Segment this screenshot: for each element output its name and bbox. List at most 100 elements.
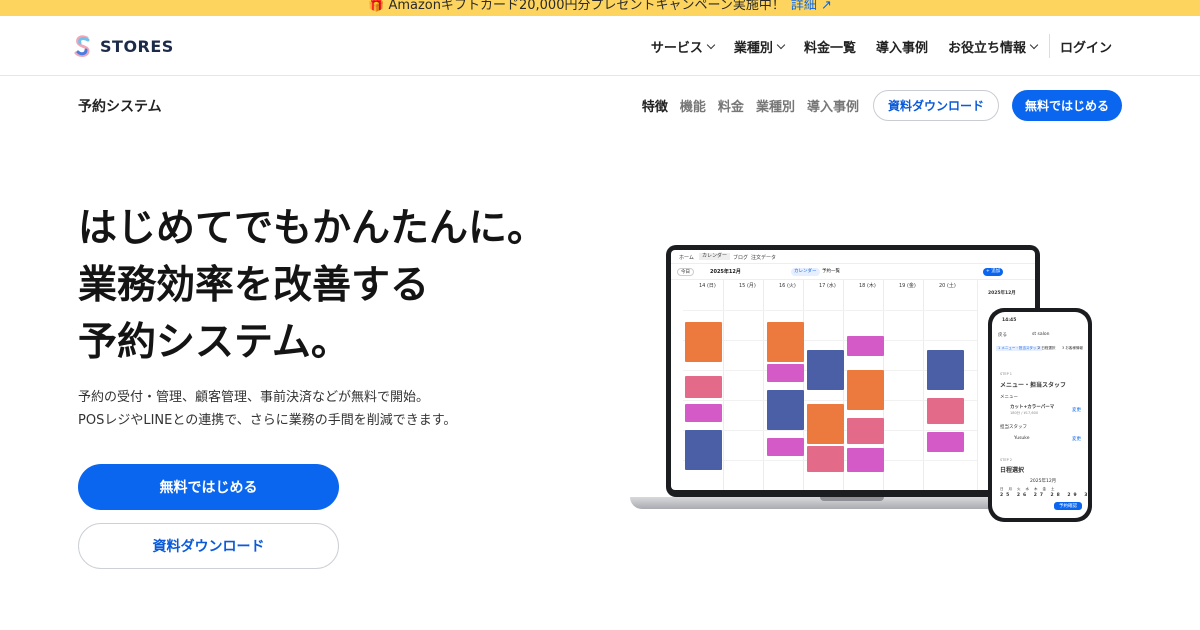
start-free-button[interactable]: 無料ではじめる: [1011, 90, 1122, 121]
calendar-event: [807, 350, 844, 390]
nav-resources[interactable]: お役立ち情報: [947, 37, 1039, 56]
phone-dates: 25 26 27 28 29 30 31: [1000, 493, 1088, 498]
row-line: [683, 310, 977, 311]
day-header: 15 (月): [739, 283, 756, 289]
brand-name: STORES: [100, 36, 174, 56]
app-tab: カレンダー: [699, 253, 731, 260]
nav-resources-label: お役立ち情報: [947, 40, 1026, 56]
month-label: 2025年12月: [710, 269, 741, 275]
phone-confirm-button: 予約確認: [1054, 502, 1082, 510]
global-nav: STORES サービス 業種別 料金一覧 導入事例 お役立ち情報 ログイン: [0, 16, 1200, 76]
calendar-event: [685, 322, 722, 362]
laptop-notch: [820, 497, 884, 501]
phone-step2-title: 日程選択: [1000, 467, 1025, 474]
hero-title: はじめてでもかんたんに。 業務効率を改善する 予約システム。: [78, 200, 546, 371]
chevron-down-icon: [776, 40, 786, 49]
download-button[interactable]: 資料ダウンロード: [872, 90, 999, 121]
nav-industries[interactable]: 業種別: [733, 37, 786, 56]
laptop-screen: ホーム カレンダー ブログ 注文データ 今日 2025年12月 カレンダー 予約…: [666, 245, 1040, 497]
phone-step2: STEP 2: [1000, 458, 1013, 462]
phone-mockup: 14:45 戻る st salon 1 メニュー・担当スタッフ 2 日程選択 3…: [988, 308, 1092, 522]
hero-description: 予約の受付・管理、顧客管理、事前決済などが無料で開始。 POSレジやLINEとの…: [78, 386, 456, 432]
calendar-event: [767, 390, 804, 430]
today-chip: 今日: [677, 268, 694, 276]
subnav-functions[interactable]: 機能: [680, 96, 706, 115]
day-header: 19 (金): [899, 283, 916, 289]
stores-logo[interactable]: STORES: [72, 32, 174, 60]
campaign-text: 🎁 Amazonギフトカード20,000円分プレゼントキャンペーン実施中！: [368, 0, 785, 13]
chevron-down-icon: [706, 40, 716, 49]
product-name[interactable]: 予約システム: [78, 96, 162, 116]
nav-cases[interactable]: 導入事例: [876, 37, 928, 56]
phone-step1: STEP 1: [1000, 372, 1013, 376]
nav-services[interactable]: サービス: [650, 37, 716, 56]
add-chip: + 追加: [983, 268, 1004, 276]
global-nav-menu: サービス 業種別 料金一覧 導入事例 お役立ち情報 ログイン: [631, 16, 1112, 76]
row-line: [683, 340, 977, 341]
day-header: 20 (土): [939, 283, 956, 289]
day-header: 14 (日): [699, 283, 716, 289]
nav-cases-label: 導入事例: [875, 40, 928, 56]
hero-download-button[interactable]: 資料ダウンロード: [78, 523, 339, 569]
calendar-event: [847, 448, 884, 472]
calendar-event: [767, 364, 804, 382]
day-header: 16 (火): [779, 283, 796, 289]
column-line: [923, 280, 924, 490]
nav-pricing-label: 料金一覧: [803, 40, 856, 56]
phone-menu-price: 180分 / ¥17,600: [1010, 411, 1039, 415]
subnav-industries[interactable]: 業種別: [756, 96, 795, 115]
subnav-pricing[interactable]: 料金: [718, 96, 744, 115]
calendar-event: [807, 446, 844, 472]
calendar-event: [685, 430, 722, 470]
calendar-event: [847, 336, 884, 356]
stores-logo-icon: [74, 35, 90, 57]
calendar-event: [847, 418, 884, 444]
chevron-down-icon: [1029, 40, 1039, 49]
calendar-event: [847, 370, 884, 410]
day-header: 17 (水): [819, 283, 836, 289]
campaign-detail-link[interactable]: 詳細 ↗: [791, 0, 832, 13]
phone-display: 14:45 戻る st salon 1 メニュー・担当スタッフ 2 日程選択 3…: [992, 312, 1088, 518]
calendar-event: [767, 438, 804, 456]
calendar-event: [685, 376, 722, 398]
view-chip: 予約一覧: [822, 269, 840, 274]
phone-weekdays: 日月火水木金土: [1000, 487, 1060, 491]
phone-step-tab: 2 日程選択: [1038, 346, 1056, 350]
nav-divider: [1048, 34, 1050, 58]
nav-pricing[interactable]: 料金一覧: [804, 37, 856, 56]
phone-menu-label: メニュー: [1000, 395, 1018, 400]
app-tab: ホーム: [679, 255, 694, 261]
hero-title-line: はじめてでもかんたんに。: [78, 206, 547, 251]
phone-step-tab: 1 メニュー・担当スタッフ: [996, 346, 1042, 351]
calendar-toolbar: 今日 2025年12月 カレンダー 予約一覧 + 追加: [671, 264, 1035, 280]
calendar-event: [807, 404, 844, 444]
calendar-event: [927, 398, 964, 424]
app-tabbar: ホーム カレンダー ブログ 注文データ: [671, 250, 1035, 264]
subnav-cases[interactable]: 導入事例: [807, 96, 859, 115]
subnav-features[interactable]: 特徴: [642, 96, 668, 115]
calendar-event: [685, 404, 722, 422]
login-link[interactable]: ログイン: [1060, 37, 1112, 56]
phone-shop: st salon: [1032, 332, 1050, 337]
nav-services-label: サービス: [650, 40, 703, 56]
column-line: [723, 280, 724, 490]
hero-desc-line: 予約の受付・管理、顧客管理、事前決済などが無料で開始。: [78, 390, 430, 405]
nav-industries-label: 業種別: [733, 40, 773, 56]
day-header: 18 (木): [859, 283, 876, 289]
view-chip: カレンダー: [791, 268, 820, 276]
phone-staff-label: 担当スタッフ: [1000, 425, 1027, 430]
phone-time: 14:45: [1002, 318, 1017, 323]
phone-step1-title: メニュー・担当スタッフ: [1000, 382, 1067, 389]
app-tab: ブログ: [733, 255, 749, 261]
phone-cal-month: 2025年12月: [1030, 479, 1057, 484]
calendar-event: [927, 350, 964, 390]
column-line: [803, 280, 804, 490]
subnav-menu: 特徴 機能 料金 業種別 導入事例 資料ダウンロード 無料ではじめる: [630, 90, 1122, 121]
product-subnav: 予約システム 特徴 機能 料金 業種別 導入事例 資料ダウンロード 無料ではじめ…: [0, 76, 1200, 134]
laptop-display: ホーム カレンダー ブログ 注文データ 今日 2025年12月 カレンダー 予約…: [671, 250, 1035, 490]
phone-staff: Yusuke: [1014, 436, 1030, 441]
side-month: 2025年12月: [988, 291, 1016, 296]
phone-step-tab: 3 お客様情報: [1062, 346, 1083, 350]
hero-start-free-button[interactable]: 無料ではじめる: [78, 464, 339, 510]
campaign-banner[interactable]: 🎁 Amazonギフトカード20,000円分プレゼントキャンペーン実施中！ 詳細 …: [0, 0, 1200, 16]
